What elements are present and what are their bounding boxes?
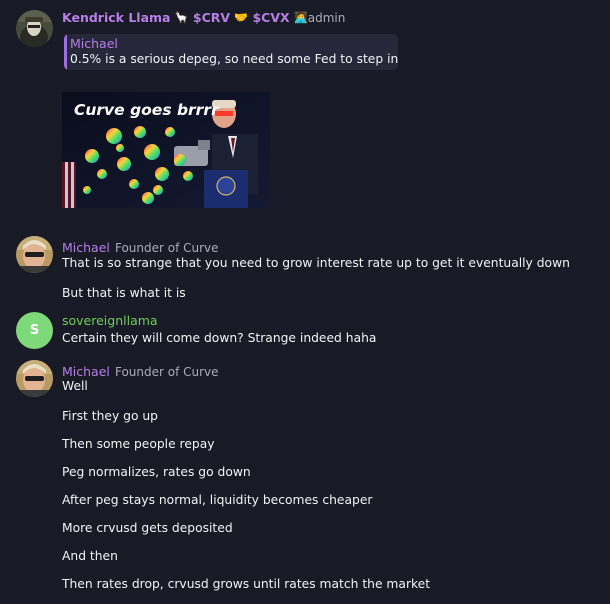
llama-icon: 🦙 bbox=[174, 11, 189, 24]
image-caption: Curve goes brrrr bbox=[74, 101, 219, 119]
avatar-letter: S bbox=[29, 323, 40, 338]
reply-text: 0.5% is a serious depeg, so need some Fe… bbox=[70, 52, 398, 66]
admin-tag: admin bbox=[307, 11, 346, 25]
message-text: More crvusd gets deposited bbox=[62, 521, 233, 535]
meme-image[interactable]: Curve goes brrrr bbox=[62, 92, 270, 208]
message-text: Well bbox=[62, 379, 88, 393]
sender-title: Founder of Curve bbox=[114, 241, 219, 255]
crv-badge: $CRV bbox=[192, 10, 231, 25]
sender-title: Founder of Curve bbox=[114, 365, 219, 379]
computer-icon: 🧑‍💻 bbox=[294, 11, 308, 24]
message-text: Then some people repay bbox=[62, 437, 215, 451]
message-text: And then bbox=[62, 549, 118, 563]
message-text: Certain they will come down? Strange ind… bbox=[62, 331, 377, 345]
reply-quote[interactable]: Michael 0.5% is a serious depeg, so need… bbox=[64, 34, 398, 70]
avatar-sovereignllama[interactable]: S bbox=[16, 312, 53, 349]
sender-name[interactable]: Kendrick Llama 🦙 $CRV 🤝 $CVX 🧑‍💻admin bbox=[62, 10, 345, 25]
avatar-michael[interactable] bbox=[16, 360, 53, 397]
message-text: That is so strange that you need to grow… bbox=[62, 256, 570, 270]
message-header: Michael Founder of Curve bbox=[62, 237, 219, 256]
sender-name-text: Kendrick Llama bbox=[62, 10, 171, 25]
avatar-michael[interactable] bbox=[16, 236, 53, 273]
sender-name[interactable]: Michael bbox=[62, 364, 110, 379]
message-text: First they go up bbox=[62, 409, 158, 423]
cvx-badge: $CVX bbox=[252, 10, 290, 25]
message-text: Peg normalizes, rates go down bbox=[62, 465, 251, 479]
sender-name[interactable]: Michael bbox=[62, 240, 110, 255]
message-text: Then rates drop, crvusd grows until rate… bbox=[62, 577, 431, 591]
reply-bar bbox=[64, 34, 67, 70]
handshake-icon: 🤝 bbox=[234, 11, 249, 24]
avatar-kendrick-llama[interactable] bbox=[16, 10, 53, 47]
reply-sender: Michael bbox=[70, 36, 118, 51]
message-text: But that is what it is bbox=[62, 286, 186, 300]
message-text: After peg stays normal, liquidity become… bbox=[62, 493, 373, 507]
sender-name[interactable]: sovereignllama bbox=[62, 313, 158, 328]
